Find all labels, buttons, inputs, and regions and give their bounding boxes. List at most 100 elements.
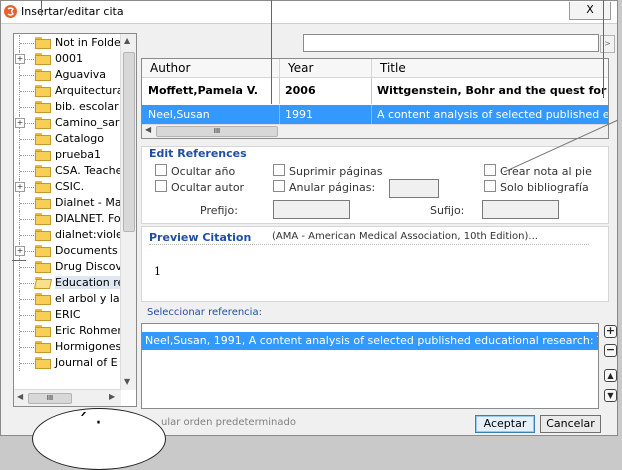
scroll-up-icon[interactable]: ▲	[124, 36, 130, 45]
sufijo-input[interactable]	[482, 200, 559, 219]
tree-line	[20, 219, 34, 220]
tree-item[interactable]: + Camino_sar	[14, 115, 121, 131]
title-bar: Insertar/editar cita X	[1, 1, 617, 24]
expand-icon[interactable]: +	[15, 182, 25, 192]
bubble-glyph: ´ ·	[77, 411, 102, 436]
tree-item-label: ERIC	[55, 308, 81, 321]
tree-line	[20, 75, 34, 76]
tree-item[interactable]: bib. escolar	[14, 99, 121, 115]
tree-item[interactable]: Dialnet - Ma	[14, 195, 121, 211]
tree-item-label: Documents	[55, 244, 118, 257]
scroll-left-icon[interactable]: ◀	[145, 125, 151, 134]
anular-paginas-input[interactable]	[389, 179, 439, 198]
tree-horizontal-scrollbar[interactable]: ◀ III ▶	[14, 389, 121, 406]
checkbox-box[interactable]	[484, 180, 496, 192]
accept-button[interactable]: Aceptar	[475, 415, 535, 433]
scroll-right-icon[interactable]: ▶	[109, 392, 115, 401]
window-title: Insertar/editar cita	[21, 5, 124, 18]
tree-item[interactable]: Aguaviva	[14, 67, 121, 83]
tree-item[interactable]: +0001	[14, 51, 121, 67]
move-down-button[interactable]: ▼	[604, 389, 617, 402]
tree-item-label: Aguaviva	[55, 68, 107, 81]
tree-item[interactable]: prueba1	[14, 147, 121, 163]
tree-item-label: 0001	[55, 52, 83, 65]
tree-item[interactable]: Arquitectura	[14, 83, 121, 99]
annotation-line	[41, 0, 42, 16]
tree-item[interactable]: Eric Rohmer	[14, 323, 121, 339]
ocultar-autor-checkbox[interactable]: Ocultar autor	[155, 180, 244, 194]
tree-item[interactable]: dialnet:viole	[14, 227, 121, 243]
list-item[interactable]: Neel,Susan, 1991, A content analysis of …	[142, 332, 598, 350]
ocultar-anio-checkbox[interactable]: Ocultar año	[155, 164, 235, 178]
tree-item[interactable]: DIALNET. For	[14, 211, 121, 227]
checkbox-box[interactable]	[273, 180, 285, 192]
folder-icon	[35, 133, 51, 145]
expand-icon[interactable]: +	[15, 246, 25, 256]
add-reference-button[interactable]: +	[604, 325, 617, 338]
column-year[interactable]: Year	[288, 61, 313, 75]
tree-scroll-thumb[interactable]	[123, 52, 135, 232]
tree-hscroll-thumb[interactable]: III	[28, 393, 72, 404]
expand-icon[interactable]: +	[15, 54, 25, 64]
edit-references-title: Edit References	[149, 147, 247, 160]
tree-item[interactable]: Journal of E	[14, 355, 121, 371]
tree-item[interactable]: Education re	[14, 275, 121, 291]
tree-line	[20, 107, 34, 108]
tree-item[interactable]: Not in Folde	[14, 35, 121, 51]
expand-icon[interactable]: +	[15, 118, 25, 128]
checkbox-box[interactable]	[484, 164, 496, 176]
checkbox-label: Solo bibliografía	[500, 181, 589, 194]
tree-item[interactable]: Catalogo	[14, 131, 121, 147]
checkbox-box[interactable]	[155, 164, 167, 176]
solo-bibliografia-checkbox[interactable]: Solo bibliografía	[484, 180, 589, 194]
prefijo-input[interactable]	[273, 200, 350, 219]
tree-line	[20, 91, 34, 92]
folder-icon	[35, 197, 51, 209]
move-up-button[interactable]: ▲	[604, 369, 617, 382]
tree-rows: Not in Folde +0001 Aguaviva Arquitectura bib…	[14, 35, 121, 371]
scroll-left-icon[interactable]: ◀	[17, 392, 23, 401]
tree-line	[20, 203, 34, 204]
folder-icon	[35, 309, 51, 321]
tree-item[interactable]: + Documents	[14, 243, 121, 259]
checkbox-box[interactable]	[155, 180, 167, 192]
cancel-button[interactable]: Cancelar	[540, 415, 601, 433]
tree-item-label: Drug Discov	[55, 260, 121, 273]
tree-item[interactable]: Hormigones	[14, 339, 121, 355]
tree-line	[20, 331, 34, 332]
folder-icon	[35, 69, 51, 81]
folder-icon	[33, 277, 53, 289]
selected-references-list[interactable]: Neel,Susan, 1991, A content analysis of …	[141, 323, 599, 409]
scroll-down-icon[interactable]: ▼	[124, 377, 130, 386]
checkbox-box[interactable]	[273, 164, 285, 176]
tree-vertical-scrollbar[interactable]: ▲ ▼	[120, 34, 136, 390]
column-author[interactable]: Author	[150, 61, 190, 75]
search-input[interactable]	[303, 34, 599, 52]
tree-item[interactable]: CSA. Teacher	[14, 163, 121, 179]
anular-paginas-checkbox[interactable]: Anular páginas:	[273, 180, 375, 194]
tree-item[interactable]: el arbol y la	[14, 291, 121, 307]
column-title[interactable]: Title	[380, 61, 406, 75]
tree-line	[20, 299, 34, 300]
preview-citation-text: 1	[154, 265, 161, 278]
tree-item[interactable]: Drug Discov	[14, 259, 121, 275]
suprimir-paginas-checkbox[interactable]: Suprimir páginas	[273, 164, 383, 178]
table-hscroll-thumb[interactable]: III	[156, 126, 278, 137]
tree-line	[20, 43, 34, 44]
tree-item-label: Journal of E	[55, 356, 118, 369]
close-button[interactable]: X	[569, 2, 611, 20]
folder-tree[interactable]: Not in Folde +0001 Aguaviva Arquitectura bib…	[13, 33, 137, 407]
cell-divider	[279, 78, 280, 104]
tree-item[interactable]: ERIC	[14, 307, 121, 323]
tree-item[interactable]: + CSIC.	[14, 179, 121, 195]
annotation-line	[603, 0, 604, 98]
preview-citation-panel: Preview Citation (AMA - American Medical…	[141, 226, 609, 302]
cell-author: Moffett,Pamela V.	[148, 84, 258, 97]
table-header: Author Year Title	[142, 59, 608, 78]
tree-item-label: Catalogo	[55, 132, 104, 145]
folder-icon	[35, 245, 51, 257]
remove-reference-button[interactable]: −	[604, 344, 617, 357]
override-order-label[interactable]: ular orden predeterminado	[161, 417, 296, 428]
column-divider	[279, 59, 280, 77]
checkbox-label: Anular páginas:	[289, 181, 376, 194]
